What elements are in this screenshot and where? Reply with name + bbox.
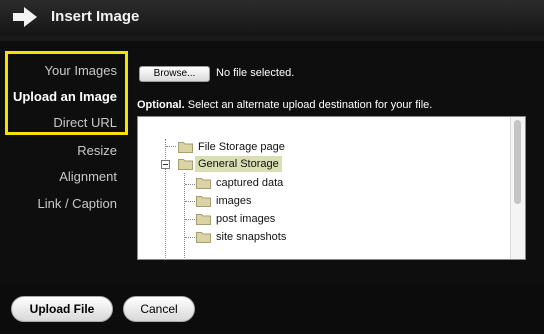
folder-icon <box>196 232 211 243</box>
tree-scrollbar[interactable] <box>510 117 525 259</box>
nav-item-alignment[interactable]: Alignment <box>59 169 117 184</box>
tree-connector <box>166 146 176 147</box>
collapse-minus-icon[interactable] <box>161 160 170 169</box>
nav-highlight-box <box>5 51 128 135</box>
tree-item-label: captured data <box>216 177 284 189</box>
tree-connector <box>165 139 166 159</box>
upload-file-button[interactable]: Upload File <box>11 296 113 322</box>
dialog-title: Insert Image <box>51 8 140 25</box>
tree-item-label: images <box>216 195 252 207</box>
folder-icon <box>178 142 193 153</box>
tree-connector <box>185 201 195 202</box>
folder-icon <box>196 178 211 189</box>
folder-icon <box>178 159 193 170</box>
dialog-title-bar: Insert Image <box>0 0 544 36</box>
nav-item-resize[interactable]: Resize <box>77 143 117 158</box>
tree-item-label: File Storage page <box>198 141 285 153</box>
nav-item-link-caption[interactable]: Link / Caption <box>38 196 118 211</box>
destination-hint-bold: Optional. <box>137 99 185 111</box>
tree-item-label: post images <box>216 213 276 225</box>
arrow-right-icon <box>13 7 37 27</box>
tree-item-label: General Storage <box>195 156 282 172</box>
browse-button[interactable]: Browse... <box>139 66 210 82</box>
folder-icon <box>196 196 211 207</box>
tree-connector <box>165 168 166 260</box>
cancel-button[interactable]: Cancel <box>123 296 195 322</box>
destination-hint: Optional. Select an alternate upload des… <box>137 99 432 111</box>
tree-scroll-thumb[interactable] <box>514 120 521 204</box>
tree-connector <box>185 237 195 238</box>
tree-connector <box>185 219 195 220</box>
destination-hint-text: Select an alternate upload destination f… <box>184 99 433 111</box>
tree-connector <box>185 184 195 185</box>
tree-item-label: site snapshots <box>216 231 287 243</box>
folder-icon <box>196 214 211 225</box>
file-status-text: No file selected. <box>216 67 295 79</box>
tree-connector <box>184 173 185 260</box>
